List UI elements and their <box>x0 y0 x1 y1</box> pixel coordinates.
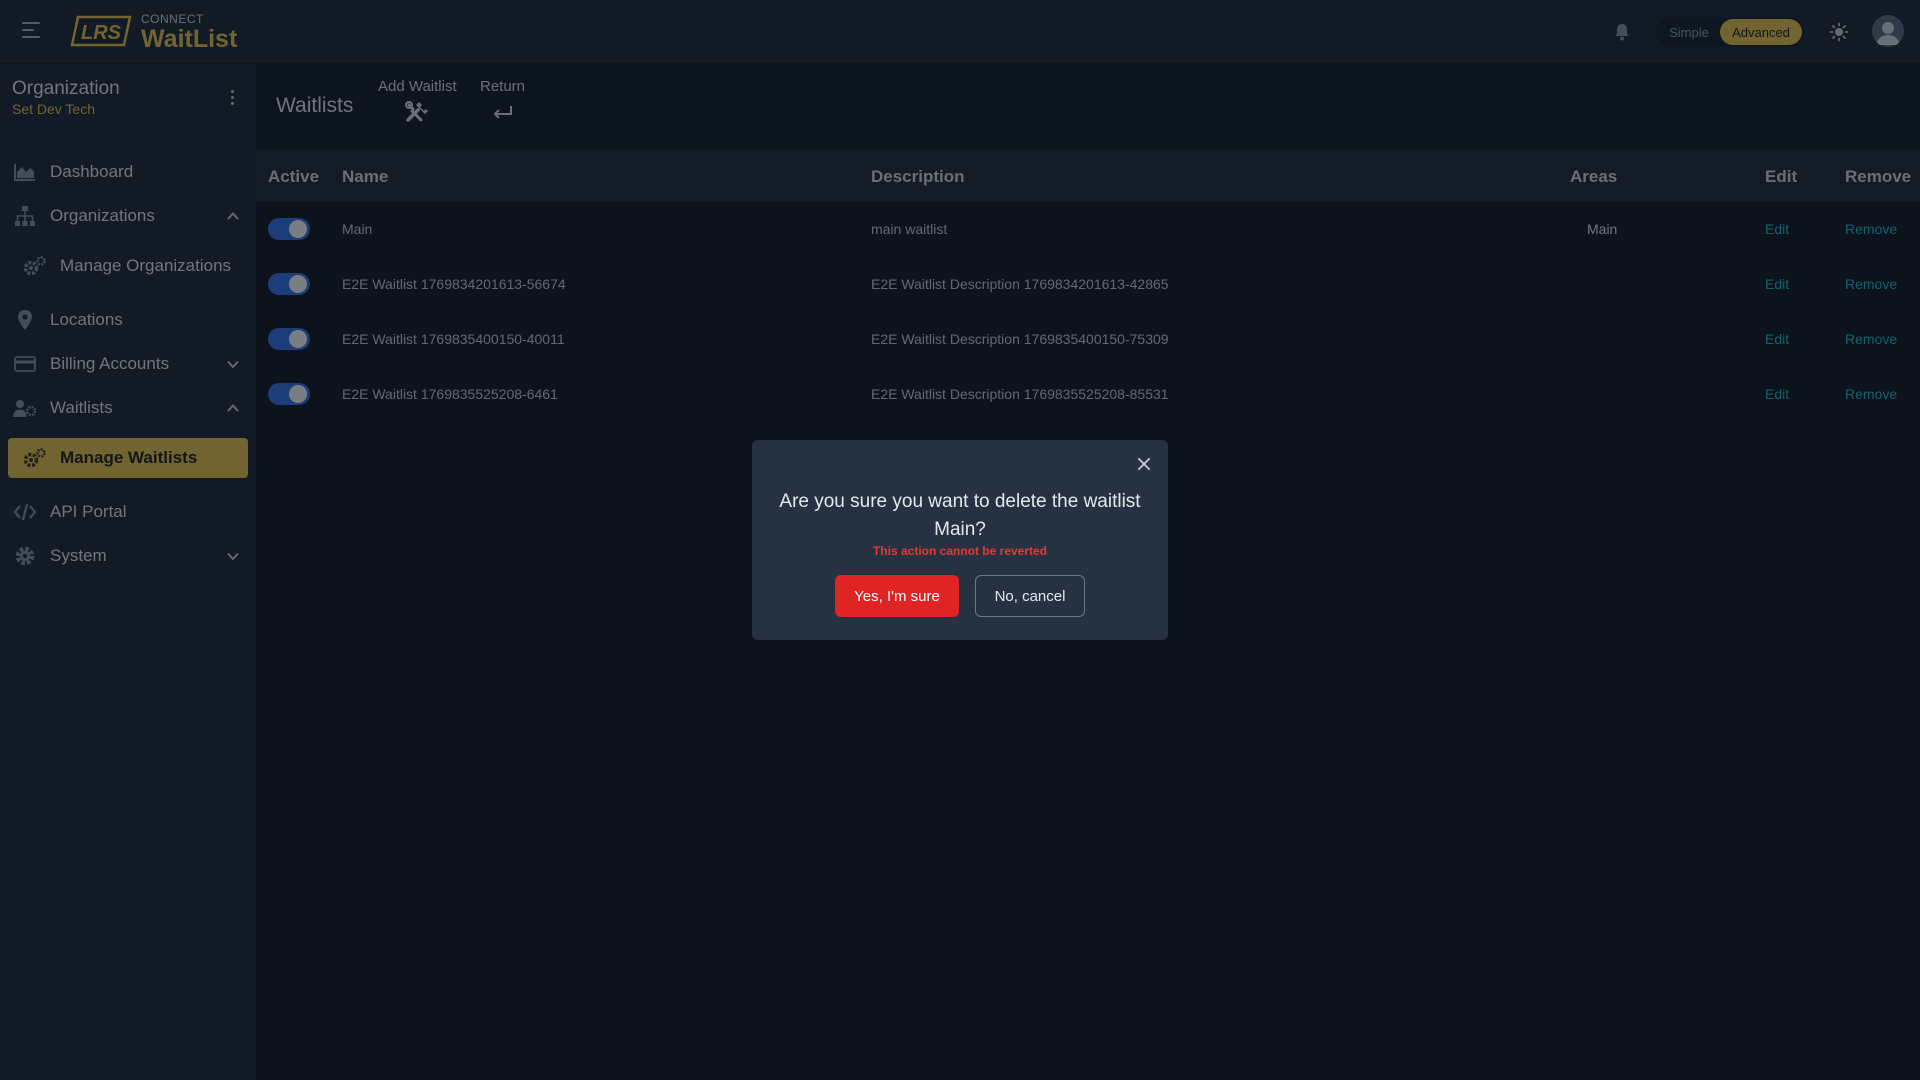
dialog-warning: This action cannot be reverted <box>872 544 1048 558</box>
dialog-message: Are you sure you want to delete the wait… <box>779 491 1141 540</box>
confirm-delete-button[interactable]: Yes, I'm sure <box>835 575 959 617</box>
close-icon[interactable] <box>1136 456 1152 472</box>
cancel-button[interactable]: No, cancel <box>975 575 1085 617</box>
delete-confirm-dialog: Are you sure you want to delete the wait… <box>752 440 1168 640</box>
